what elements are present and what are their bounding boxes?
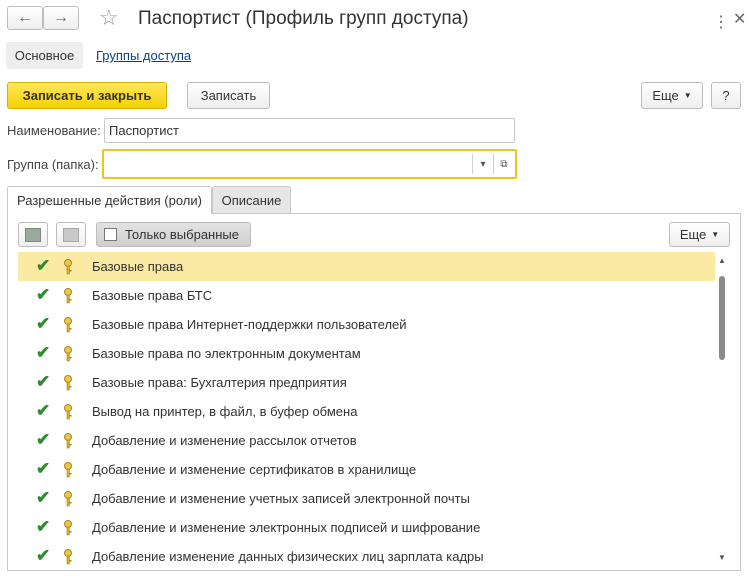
role-row[interactable]: ✔ Базовые права bbox=[18, 252, 715, 281]
key-icon bbox=[62, 404, 74, 420]
role-label: Добавление и изменение электронных подпи… bbox=[92, 520, 481, 535]
section-access-groups-link[interactable]: Группы доступа bbox=[96, 48, 191, 63]
open-icon[interactable]: ⧉ bbox=[494, 153, 514, 175]
arrow-left-icon: ← bbox=[17, 9, 33, 26]
scrollbar-thumb[interactable] bbox=[719, 276, 725, 360]
caret-down-icon[interactable]: ▾ bbox=[473, 153, 493, 175]
role-label: Вывод на принтер, в файл, в буфер обмена bbox=[92, 404, 358, 419]
role-row[interactable]: ✔ Базовые права: Бухгалтерия предприятия bbox=[18, 368, 715, 397]
checkmark-icon[interactable]: ✔ bbox=[36, 343, 50, 363]
forward-button[interactable]: → bbox=[43, 6, 79, 30]
checkmark-icon[interactable]: ✔ bbox=[36, 488, 50, 508]
arrow-right-icon: → bbox=[53, 9, 69, 26]
key-icon bbox=[62, 259, 74, 275]
back-button[interactable]: ← bbox=[7, 6, 43, 30]
role-label: Добавление и изменение учетных записей э… bbox=[92, 491, 470, 506]
roles-more-button[interactable]: Еще ▼ bbox=[669, 222, 730, 247]
role-label: Базовые права bbox=[92, 259, 184, 274]
caret-down-icon: ▼ bbox=[711, 230, 720, 239]
checkmark-icon[interactable]: ✔ bbox=[36, 314, 50, 334]
scrollbar[interactable]: ▲ ▼ bbox=[716, 256, 728, 562]
checkmark-icon[interactable]: ✔ bbox=[36, 256, 50, 276]
name-input[interactable] bbox=[104, 118, 515, 143]
role-label: Базовые права Интернет-поддержки пользов… bbox=[92, 317, 407, 332]
key-icon bbox=[62, 491, 74, 507]
page-title: Паспортист (Профиль групп доступа) bbox=[138, 8, 469, 29]
roles-list: ✔ Базовые права ✔ Базовые права БТС ✔ Базовые… bbox=[18, 252, 715, 568]
group-field[interactable]: ▾ ⧉ bbox=[102, 149, 517, 179]
key-icon bbox=[62, 317, 74, 333]
tab-roles[interactable]: Разрешенные действия (роли) bbox=[7, 186, 212, 214]
help-button[interactable]: ? bbox=[711, 82, 741, 109]
roles-more-label: Еще bbox=[679, 227, 707, 242]
key-icon bbox=[62, 462, 74, 478]
role-label: Добавление и изменение сертификатов в хр… bbox=[92, 462, 417, 477]
role-label: Добавление и изменение рассылок отчетов bbox=[92, 433, 357, 448]
role-label: Базовые права по электронным документам bbox=[92, 346, 361, 361]
checkmark-icon[interactable]: ✔ bbox=[36, 401, 50, 421]
only-selected-label: Только выбранные bbox=[125, 227, 239, 242]
role-row[interactable]: ✔ Базовые права Интернет-поддержки пользо… bbox=[18, 310, 715, 339]
check-all-button[interactable] bbox=[18, 222, 48, 247]
checkmark-icon[interactable]: ✔ bbox=[36, 459, 50, 479]
check-all-icon bbox=[25, 227, 41, 242]
more-button-label: Еще bbox=[652, 88, 679, 103]
role-row[interactable]: ✔ Базовые права БТС bbox=[18, 281, 715, 310]
save-and-close-button[interactable]: Записать и закрыть bbox=[7, 82, 167, 109]
group-label: Группа (папка): bbox=[7, 157, 99, 172]
role-row[interactable]: ✔ Добавление изменение данных физических … bbox=[18, 542, 715, 568]
uncheck-all-icon bbox=[63, 227, 79, 242]
checkmark-icon[interactable]: ✔ bbox=[36, 430, 50, 450]
role-row[interactable]: ✔ Добавление и изменение электронных подп… bbox=[18, 513, 715, 542]
name-label: Наименование: bbox=[7, 123, 101, 138]
checkmark-icon[interactable]: ✔ bbox=[36, 372, 50, 392]
role-label: Добавление изменение данных физических л… bbox=[92, 549, 484, 564]
key-icon bbox=[62, 346, 74, 362]
key-icon bbox=[62, 375, 74, 391]
role-row[interactable]: ✔ Добавление и изменение рассылок отчетов bbox=[18, 426, 715, 455]
close-icon[interactable]: ✕ bbox=[733, 9, 746, 29]
role-label: Базовые права: Бухгалтерия предприятия bbox=[92, 375, 347, 390]
save-button[interactable]: Записать bbox=[187, 82, 270, 109]
role-row[interactable]: ✔ Вывод на принтер, в файл, в буфер обмен… bbox=[18, 397, 715, 426]
checkmark-icon[interactable]: ✔ bbox=[36, 285, 50, 305]
role-row[interactable]: ✔ Добавление и изменение учетных записей … bbox=[18, 484, 715, 513]
more-vert-icon[interactable]: ⋮ bbox=[713, 12, 730, 32]
checkmark-icon[interactable]: ✔ bbox=[36, 517, 50, 537]
caret-down-icon: ▼ bbox=[683, 91, 692, 100]
section-main[interactable]: Основное bbox=[6, 42, 83, 69]
key-icon bbox=[62, 549, 74, 565]
only-selected-toggle[interactable]: Только выбранные bbox=[96, 222, 251, 247]
scroll-down-icon[interactable]: ▼ bbox=[718, 553, 726, 562]
key-icon bbox=[62, 288, 74, 304]
list-icon bbox=[104, 228, 117, 241]
more-button[interactable]: Еще ▼ bbox=[641, 82, 703, 109]
uncheck-all-button[interactable] bbox=[56, 222, 86, 247]
role-label: Базовые права БТС bbox=[92, 288, 213, 303]
star-icon[interactable]: ☆ bbox=[99, 7, 119, 29]
checkmark-icon[interactable]: ✔ bbox=[36, 546, 50, 566]
role-row[interactable]: ✔ Добавление и изменение сертификатов в х… bbox=[18, 455, 715, 484]
key-icon bbox=[62, 433, 74, 449]
tab-description[interactable]: Описание bbox=[212, 186, 291, 213]
key-icon bbox=[62, 520, 74, 536]
role-row[interactable]: ✔ Базовые права по электронным документам bbox=[18, 339, 715, 368]
scroll-up-icon[interactable]: ▲ bbox=[718, 256, 726, 265]
